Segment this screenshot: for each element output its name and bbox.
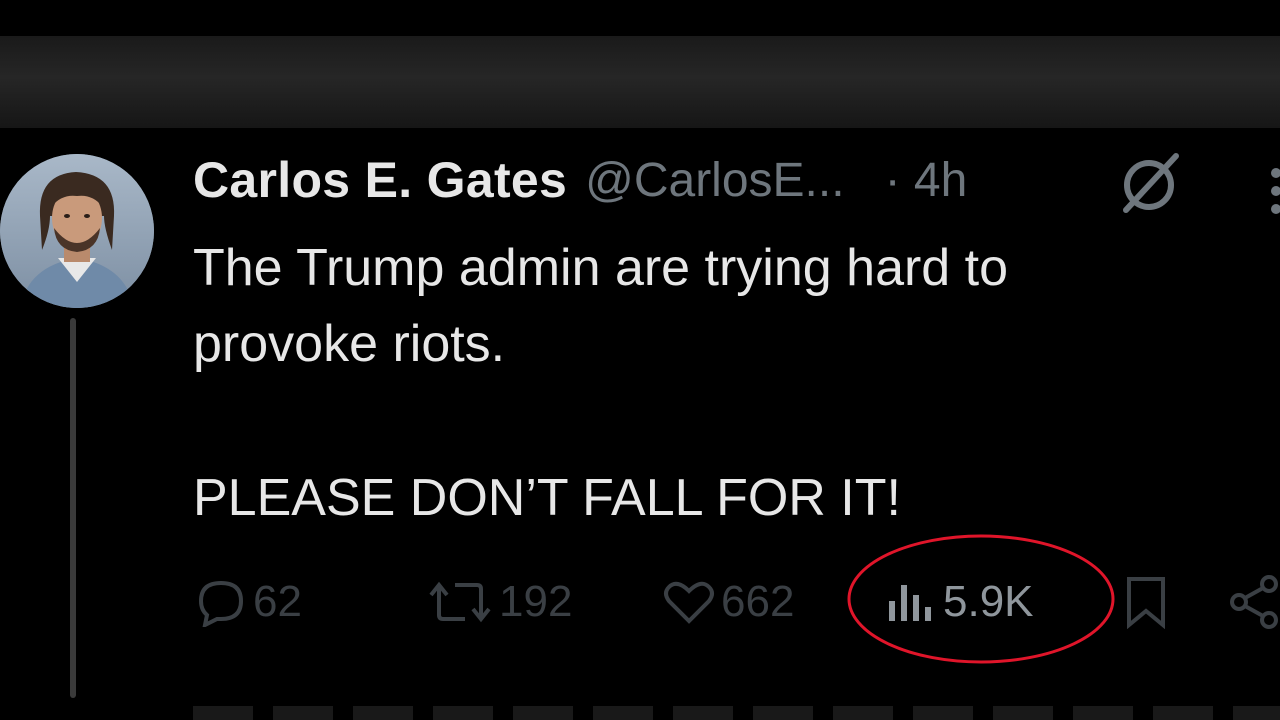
tweet-actions-bar: 62 192 662 5.9K <box>193 572 1280 632</box>
like-button[interactable]: 662 <box>661 572 794 632</box>
share-button[interactable] <box>1225 572 1280 632</box>
heart-icon <box>664 581 714 624</box>
tweet-header: Carlos E. Gates @CarlosE... · 4h <box>193 150 967 210</box>
reply-icon <box>198 580 244 627</box>
repost-icon <box>429 581 491 623</box>
next-tweet-peek <box>193 706 1280 720</box>
author-handle[interactable]: @CarlosE... <box>585 153 844 208</box>
reply-button[interactable]: 62 <box>193 572 302 632</box>
views-button[interactable]: 5.9K <box>885 572 1034 632</box>
share-icon <box>1230 575 1278 629</box>
grok-icon[interactable] <box>1118 150 1184 216</box>
tweet-body: The Trump admin are trying hard to provo… <box>193 230 1193 536</box>
repost-count: 192 <box>499 577 573 626</box>
user-avatar-photo <box>0 154 154 308</box>
bookmark-button[interactable] <box>1121 572 1175 632</box>
screenshot-frame: Carlos E. Gates @CarlosE... · 4h The Tru… <box>0 0 1280 720</box>
more-options-icon[interactable] <box>1262 165 1280 217</box>
tweet-text-emphasis: PLEASE DON’T FALL FOR IT! <box>193 469 901 527</box>
thread-connector-line <box>70 318 76 698</box>
tweet-text-line: The Trump admin are trying hard to provo… <box>193 239 1009 373</box>
like-count: 662 <box>721 577 795 626</box>
repost-button[interactable]: 192 <box>425 572 572 632</box>
reply-count: 62 <box>253 577 302 626</box>
views-count: 5.9K <box>943 577 1034 626</box>
blurred-top-band <box>0 36 1280 128</box>
avatar[interactable] <box>0 154 154 308</box>
bookmark-icon <box>1127 577 1165 629</box>
analytics-bars-icon <box>889 585 931 621</box>
tweet-timestamp[interactable]: · 4h <box>885 153 968 208</box>
author-display-name[interactable]: Carlos E. Gates <box>193 151 567 209</box>
